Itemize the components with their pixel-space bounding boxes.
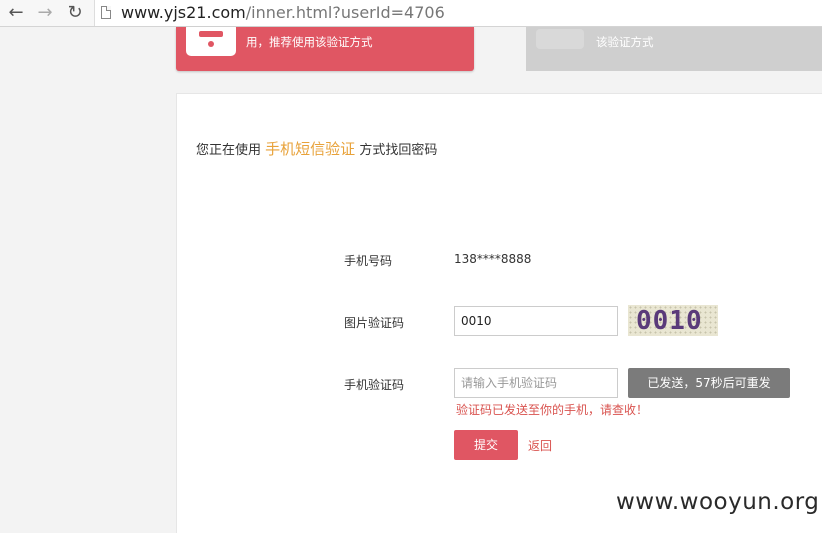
captcha-image[interactable]: 0010 <box>628 305 718 336</box>
intro-suffix: 方式找回密码 <box>359 143 438 158</box>
reload-icon[interactable]: ↻ <box>64 2 86 24</box>
method-intro: 您正在使用 手机短信验证 方式找回密码 <box>196 138 437 159</box>
sms-card-description: 用，推荐使用该验证方式 <box>246 35 373 49</box>
forward-arrow-icon[interactable]: → <box>34 2 56 24</box>
phone-label: 手机号码 <box>344 254 393 268</box>
submit-button[interactable]: 提交 <box>454 430 518 460</box>
image-code-label: 图片验证码 <box>344 316 405 330</box>
sms-code-input[interactable]: 请输入手机验证码 <box>454 368 618 398</box>
address-bar[interactable]: www.yjs21.com/inner.html?userId=4706 <box>94 0 822 26</box>
back-arrow-icon[interactable]: ← <box>5 2 27 24</box>
phone-icon <box>186 27 236 56</box>
other-method-card[interactable]: 该验证方式 <box>526 27 822 71</box>
intro-method: 手机短信验证 <box>265 140 356 158</box>
sms-sent-notice: 验证码已发送至你的手机，请查收！ <box>456 403 649 417</box>
url-path: /inner.html?userId=4706 <box>245 3 445 22</box>
resend-sms-button[interactable]: 已发送，57秒后可重发 <box>628 368 790 398</box>
sms-method-card[interactable]: 用，推荐使用该验证方式 <box>176 27 474 71</box>
captcha-text: 0010 <box>636 306 703 336</box>
url-host: www.yjs21.com <box>121 3 246 22</box>
image-code-input[interactable]: 0010 <box>454 306 618 336</box>
page-icon <box>101 6 111 19</box>
sms-code-label: 手机验证码 <box>344 378 405 392</box>
browser-toolbar: ← → ↻ www.yjs21.com/inner.html?userId=47… <box>0 0 822 27</box>
intro-prefix: 您正在使用 <box>196 143 262 158</box>
watermark: www.wooyun.org <box>616 489 820 515</box>
phone-value: 138****8888 <box>454 252 532 266</box>
url-text: www.yjs21.com/inner.html?userId=4706 <box>121 3 445 22</box>
card-icon <box>536 29 584 49</box>
other-card-description: 该验证方式 <box>596 35 654 49</box>
back-link[interactable]: 返回 <box>528 437 552 454</box>
